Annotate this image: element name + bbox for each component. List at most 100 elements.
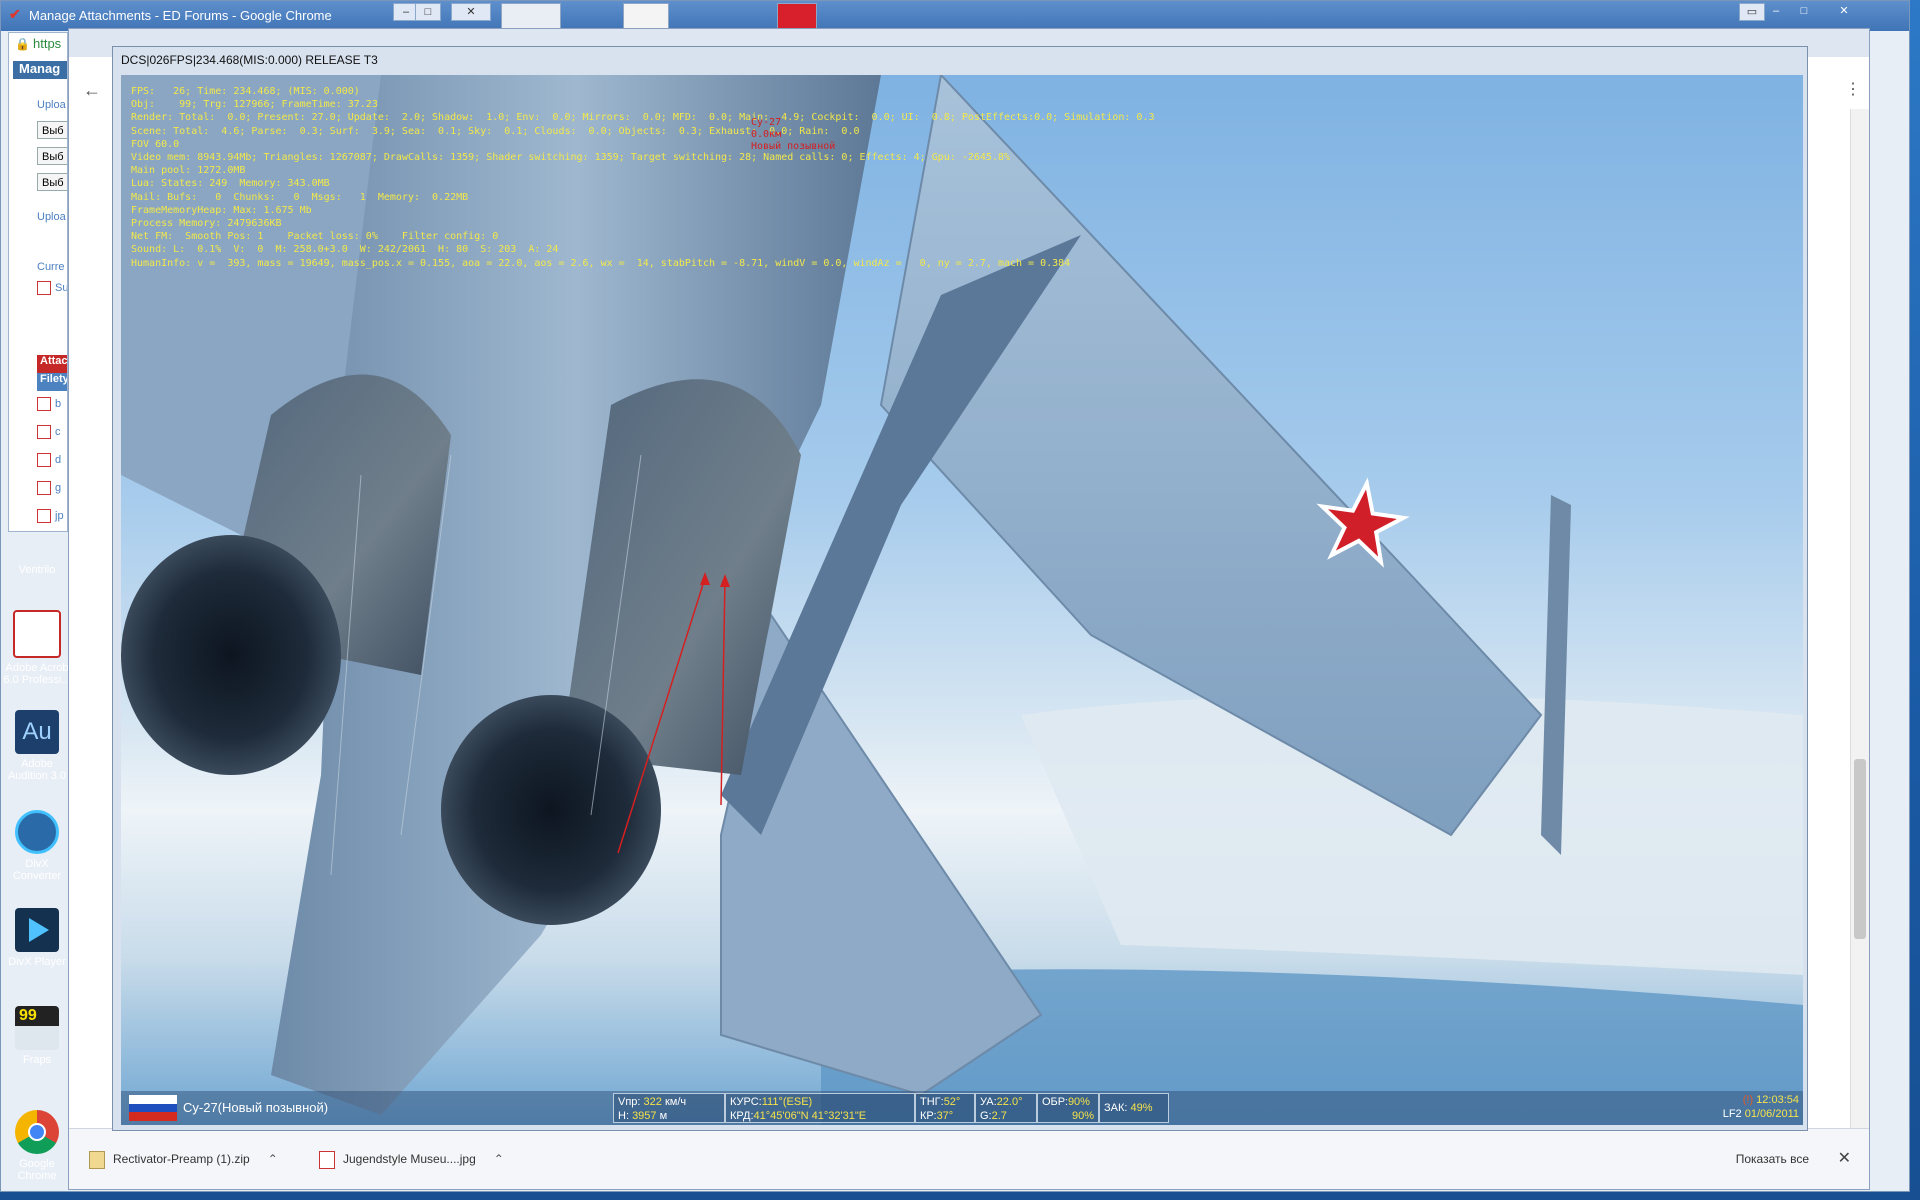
background-window-titlebar[interactable]: ✔ Manage Attachments - ED Forums - Googl… (1, 1, 1909, 31)
download-item-name: Jugendstyle Museu....jpg (343, 1152, 476, 1166)
unit-distance: 0.0км (751, 129, 782, 140)
current-attachment-label: Su (55, 281, 68, 294)
flaps-label: ЗАК: (1104, 1102, 1128, 1114)
page-header: Manag (13, 61, 67, 79)
show-all-downloads-button[interactable]: Показать все (1736, 1145, 1809, 1173)
hud-speed-alt: Vпр: 322 км/ч H: 3957 м (613, 1093, 725, 1123)
alert-indicator: (!) (1742, 1094, 1754, 1106)
list-item-label: c (55, 425, 61, 438)
window-restore-button[interactable]: ▭ (1739, 3, 1765, 21)
jpg-file-icon (319, 1150, 335, 1169)
menu-icon[interactable]: ⋮ (1845, 79, 1861, 99)
hud-callsign: Су-27(Новый позывной) (183, 1100, 329, 1115)
list-item[interactable]: d (37, 453, 67, 471)
list-item[interactable]: g (37, 481, 67, 499)
desktop-icon-divx-converter[interactable]: DivX Converter (2, 810, 72, 882)
unit-type: Су-27 (751, 117, 782, 128)
course-value: 111°(ESE) (761, 1096, 813, 1108)
desktop-icon-ventrilo[interactable]: Ventrilo (2, 540, 72, 576)
lock-icon: 🔒 (15, 37, 30, 51)
debug-line: Lua: States: 249 Memory: 343.0MB (131, 178, 330, 190)
forum-panel: 🔒 https Manag Uploa Выб Выб Выб Uploa Cu… (8, 32, 68, 532)
download-item[interactable]: Jugendstyle Museu....jpg ⌃ (319, 1145, 504, 1173)
inner-minimize-button[interactable]: – (1763, 3, 1789, 21)
download-item-name: Rectivator-Preamp (1).zip (113, 1152, 250, 1166)
debug-line: Scene: Total: 4.6; Parse: 0.3; Surf: 3.9… (131, 125, 860, 137)
current-attachment[interactable]: Su (37, 281, 68, 299)
debug-line: Render: Total: 0.0; Present: 27.0; Updat… (131, 112, 1155, 124)
bank-value: 37° (936, 1110, 954, 1122)
mission-date: 01/06/2011 (1744, 1108, 1799, 1120)
altitude-value: 3957 (632, 1110, 657, 1122)
scrollbar[interactable] (1850, 109, 1869, 1139)
current-label: Curre (37, 261, 65, 273)
desktop-icon-chrome[interactable]: Google Chrome (2, 1110, 72, 1182)
upload-label: Uploa (37, 211, 66, 223)
altitude-label: H: (618, 1110, 629, 1122)
app-logo-icon: ✔ (9, 6, 21, 22)
rpm-value: 90% (1072, 1110, 1095, 1122)
list-item[interactable]: jp (37, 509, 67, 527)
close-button[interactable]: ✕ (451, 3, 491, 21)
hud-bar: Су-27(Новый позывной) Vпр: 322 км/ч H: 3… (121, 1091, 1803, 1125)
file-icon (37, 425, 51, 439)
game-viewport[interactable]: FPS: 26; Time: 234.468; (MIS: 0.000) Obj:… (121, 75, 1803, 1125)
list-item-label: g (55, 481, 62, 494)
ventrilo-icon (15, 540, 59, 560)
divx-player-icon (15, 908, 59, 952)
desktop-icon-fraps[interactable]: 99 Fraps (2, 1006, 72, 1066)
altitude-unit: м (659, 1110, 668, 1122)
game-window-title: DCS|026FPS|234.468(MIS:0.000) RELEASE T3 (121, 53, 378, 67)
close-icon[interactable]: ✕ (1838, 1145, 1851, 1173)
desktop-icon-divx-player[interactable]: DivX Player (2, 908, 72, 968)
debug-line: Sound: L: 0.1% V: 0 M: 258.0+3.0 W: 242/… (131, 244, 559, 256)
chevron-up-icon[interactable]: ⌃ (268, 1152, 278, 1166)
desktop-icon-adobe-audition[interactable]: Au Adobe Audition 3.0 (2, 710, 72, 782)
rpm-value: 90% (1067, 1096, 1090, 1108)
file-icon (37, 481, 51, 495)
download-bar: Rectivator-Preamp (1).zip ⌃ Jugendstyle M… (69, 1128, 1869, 1189)
desktop-icon-label: DivX Converter (12, 858, 62, 882)
desktop-icon-label: DivX Player (8, 956, 66, 968)
background-window-title: Manage Attachments - ED Forums - Google … (29, 8, 332, 23)
thrust-value: 52° (943, 1096, 961, 1108)
list-item-label: jp (55, 509, 64, 522)
unit-label: Су-27 0.0км Новый позывной (751, 117, 835, 153)
hud-thrust-bank: ТНГ:52° КР:37° (915, 1093, 975, 1123)
inner-maximize-button[interactable]: □ (1791, 3, 1817, 21)
download-item[interactable]: Rectivator-Preamp (1).zip ⌃ (89, 1145, 278, 1173)
inner-close-button[interactable]: ✕ (1831, 3, 1857, 21)
desktop-icon-label: Google Chrome (17, 1158, 57, 1182)
maximize-button[interactable]: □ (415, 3, 441, 21)
debug-line: FrameMemoryHeap: Max: 1.675 Mb (131, 204, 312, 216)
bank-label: КР: (920, 1110, 937, 1122)
hud-clock: (!) 12:03:54 LF2 01/06/2011 (1723, 1093, 1799, 1121)
speed-unit: км/ч (664, 1096, 687, 1108)
debug-line: Obj: 99; Trg: 127966; FrameTime: 37.23 (131, 99, 378, 111)
desktop-icon-adobe-acrobat[interactable]: Adobe Acrob 6.0 Professi... (2, 610, 72, 686)
debug-line: Net FM: Smooth Pos: 1 Packet loss: 0% Fi… (131, 231, 499, 243)
hud-course-coords: КУРС:111°(ESE) КРД:41°45'06"N 41°32'31"E (725, 1093, 915, 1123)
unit-callsign: Новый позывной (751, 141, 836, 152)
browse-button-2[interactable]: Выб (37, 147, 67, 165)
list-item[interactable]: c (37, 425, 67, 443)
coord-label: КРД: (730, 1110, 754, 1122)
date-prefix: LF2 (1722, 1108, 1742, 1120)
chevron-up-icon[interactable]: ⌃ (494, 1152, 504, 1166)
debug-line: Main pool: 1272.0MB (131, 165, 246, 177)
debug-line: HumanInfo: v = 393, mass = 19649, mass_p… (131, 257, 1071, 269)
scrollbar-thumb[interactable] (1854, 759, 1866, 939)
browse-button-3[interactable]: Выб (37, 173, 67, 191)
course-label: КУРС: (730, 1096, 762, 1108)
dcs-game-window: DCS|026FPS|234.468(MIS:0.000) RELEASE T3 (112, 46, 1808, 1131)
back-button[interactable]: ← (81, 79, 103, 101)
address-url[interactable]: https (33, 36, 61, 51)
adobe-audition-icon: Au (15, 710, 59, 754)
attachments-header: Attac (37, 355, 67, 373)
coord-value: 41°45'06"N 41°32'31"E (753, 1110, 867, 1122)
file-icon (37, 453, 51, 467)
browse-button-1[interactable]: Выб (37, 121, 67, 139)
speed-label: Vпр: (618, 1096, 641, 1108)
list-item[interactable]: b (37, 397, 67, 415)
hud-rpm: ОБР:90% 90% (1037, 1093, 1099, 1123)
